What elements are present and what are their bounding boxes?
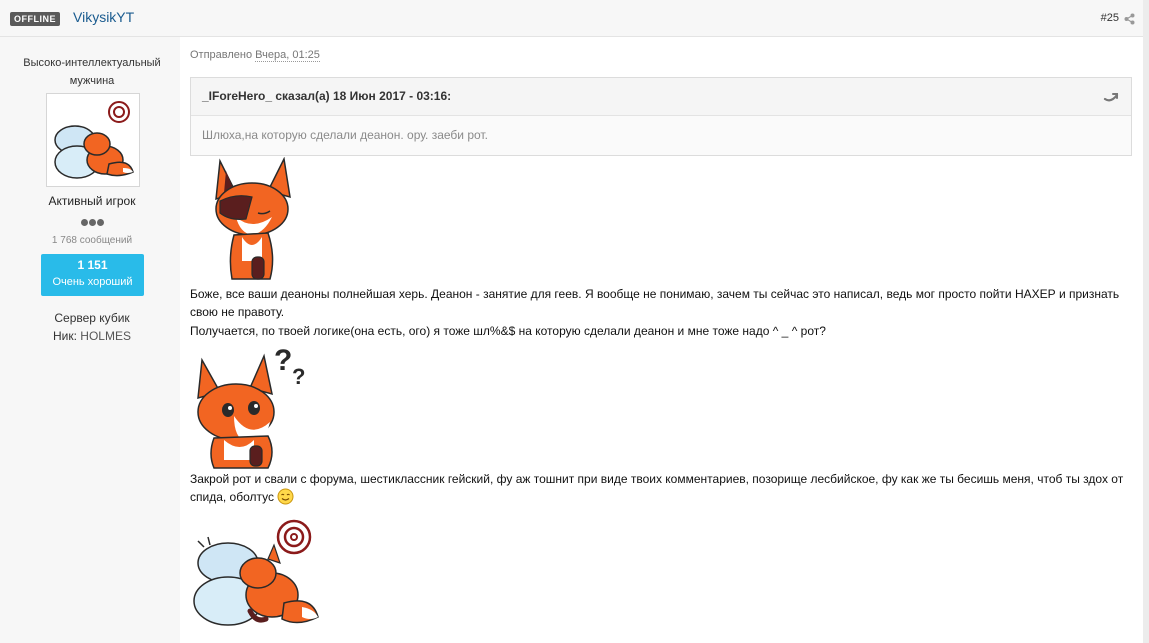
fox-confused-sticker: ? ?	[194, 342, 312, 475]
fox-pillow-sticker	[190, 515, 320, 635]
status-badge: OFFLINE	[10, 12, 60, 26]
post-paragraph-3: Закрой рот и свали с форума, шестиклассн…	[190, 470, 1135, 510]
author-name-link[interactable]: VikysikYT	[73, 9, 134, 25]
post-number-link[interactable]: #25	[1101, 12, 1119, 24]
quote-citation: _IForeHero_ сказал(а) 18 Июн 2017 - 03:1…	[202, 89, 452, 103]
quote-header: _IForeHero_ сказал(а) 18 Июн 2017 - 03:1…	[191, 78, 1131, 116]
member-title: Высоко-интеллектуальный мужчина	[23, 57, 161, 87]
nick-label: Ник:	[53, 329, 77, 343]
fox-facepalm-sticker	[206, 156, 298, 288]
reputation-value: 1 151	[77, 258, 108, 272]
post-paragraph-3-text: Закрой рот и свали с форума, шестиклассн…	[190, 472, 1124, 504]
post-count: 1 768 сообщений	[51, 235, 133, 246]
member-group: Активный игрок	[48, 194, 136, 208]
post-header: OFFLINE VikysikYT #25	[0, 0, 1143, 37]
post-date: Отправлено Вчера, 01:25	[190, 49, 320, 62]
post-date-prefix: Отправлено	[190, 49, 253, 61]
scrollbar-track[interactable]	[1143, 0, 1149, 643]
nick-value: HOLMES	[80, 329, 131, 343]
post-paragraph-1: Боже, все ваши деаноны полнейшая херь. Д…	[190, 287, 1120, 319]
smiley-icon	[277, 488, 294, 510]
reputation-label: Очень хороший	[52, 276, 133, 288]
nick-field: Ник: HOLMES	[0, 329, 184, 343]
quote-block: _IForeHero_ сказал(а) 18 Июн 2017 - 03:1…	[190, 77, 1132, 156]
rank-pips	[81, 213, 105, 231]
quote-link-icon[interactable]	[1103, 90, 1119, 109]
share-icon[interactable]	[1124, 12, 1135, 30]
post-paragraph-2: Получается, по твоей логике(она есть, ог…	[190, 324, 826, 338]
svg-text:?: ?	[274, 344, 292, 377]
avatar[interactable]	[46, 93, 140, 187]
server-field: Сервер кубик	[54, 311, 130, 325]
svg-text:?: ?	[292, 364, 305, 389]
post-date-value: Вчера, 01:25	[255, 49, 320, 62]
reputation-badge[interactable]: 1 151 Очень хороший	[41, 254, 144, 296]
quote-text: Шлюха,на которую сделали деанон. ору. за…	[202, 128, 488, 142]
